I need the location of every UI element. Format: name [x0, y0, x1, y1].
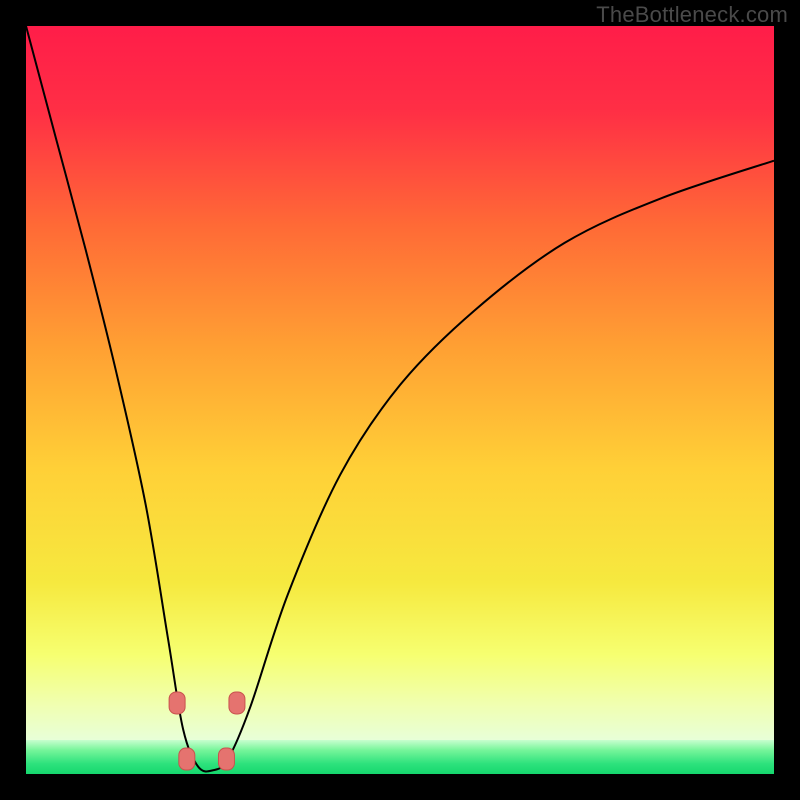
curve-marker: [229, 692, 245, 714]
curve-marker: [218, 748, 234, 770]
curve-markers: [26, 26, 774, 774]
curve-marker: [169, 692, 185, 714]
chart-plot-area: [26, 26, 774, 774]
watermark-text: TheBottleneck.com: [596, 2, 788, 28]
curve-marker: [179, 748, 195, 770]
